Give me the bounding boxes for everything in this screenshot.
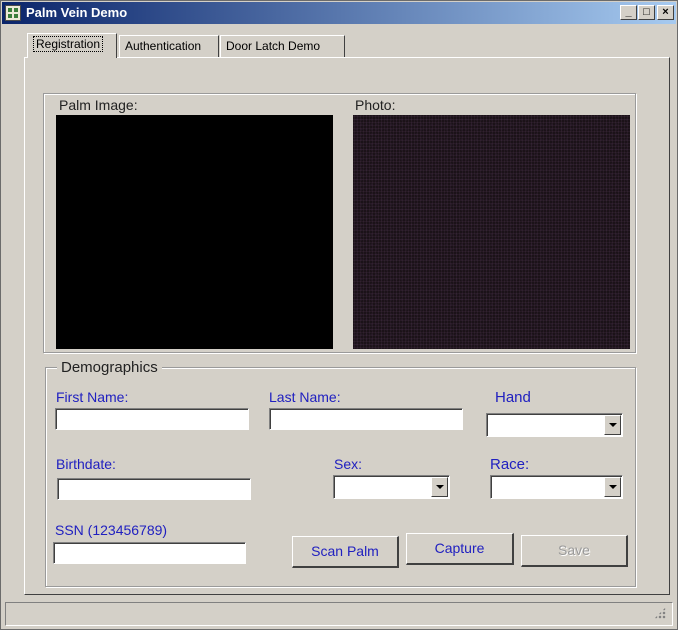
minimize-button[interactable]: _ [620,5,637,20]
last-name-field[interactable] [269,408,463,430]
birthdate-field[interactable] [57,478,251,500]
tab-door-latch-demo[interactable]: Door Latch Demo [220,35,345,57]
sex-select[interactable] [333,475,450,499]
tab-label: Door Latch Demo [226,39,321,53]
save-button[interactable]: Save [521,535,628,567]
palm-image-view [56,115,333,349]
tab-registration[interactable]: Registration [27,33,117,58]
app-window: Palm Vein Demo _ □ × Registration Authen… [0,0,678,630]
palm-image-label: Palm Image: [59,97,138,113]
capture-button[interactable]: Capture [406,533,514,565]
app-icon[interactable] [5,5,21,21]
window-title: Palm Vein Demo [26,5,128,20]
ssn-label: SSN (123456789) [55,522,168,538]
first-name-field[interactable] [55,408,249,430]
ssn-field[interactable] [53,542,246,564]
last-name-label: Last Name: [269,389,341,405]
scan-palm-button[interactable]: Scan Palm [292,536,399,568]
resize-grip-icon[interactable] [654,607,666,619]
chevron-down-icon[interactable] [431,477,448,497]
chevron-down-icon[interactable] [604,477,621,497]
photo-label: Photo: [355,97,396,113]
first-name-label: First Name: [56,389,129,405]
photo-view [353,115,630,349]
tab-label: Authentication [125,39,202,53]
hand-label: Hand [495,389,531,406]
race-label: Race: [490,456,530,473]
tab-authentication[interactable]: Authentication [119,35,219,57]
tab-label: Registration [33,36,104,52]
race-select[interactable] [490,475,623,499]
hand-select[interactable] [486,413,623,437]
demographics-legend: Demographics [57,359,162,376]
sex-label: Sex: [334,456,363,472]
close-button[interactable]: × [657,5,674,20]
birthdate-label: Birthdate: [56,456,116,472]
chevron-down-icon[interactable] [604,415,621,435]
maximize-button[interactable]: □ [638,5,655,20]
status-bar [5,602,673,626]
title-bar[interactable]: Palm Vein Demo _ □ × [2,2,676,24]
